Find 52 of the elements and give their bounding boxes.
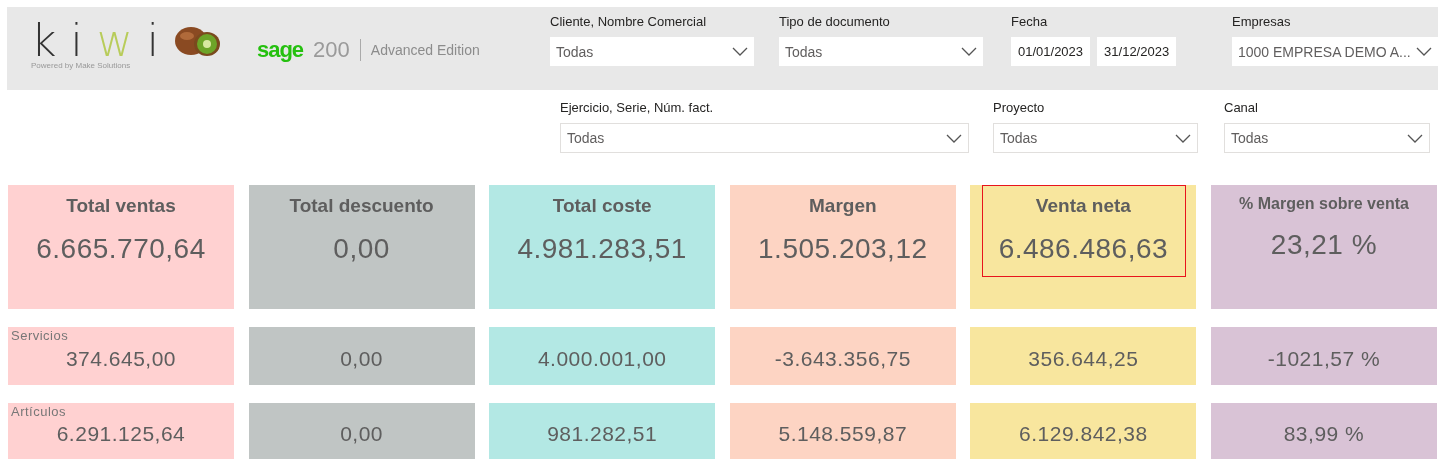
dropdown[interactable]: Todas [560,123,969,153]
dropdown[interactable]: Todas [993,123,1198,153]
kpi-value: 6.291.125,64 [56,422,186,446]
brand-logo-text: sage [256,37,304,63]
version-text: 200 [313,37,350,63]
filter-label: Canal [1224,100,1259,115]
row-label: Artículos [11,404,67,419]
kpi-title: Margen [809,195,877,217]
kpi-value: 0,00 [333,233,390,265]
chevron-down-icon [961,47,977,56]
kpi-value: 0,00 [340,422,384,446]
kpi-value: 374.645,00 [65,347,177,371]
kpi-title: Venta neta [1035,195,1131,217]
chevron-down-icon [946,133,962,143]
filter-label: Fecha [1011,14,1049,29]
logo-tagline: Powered by Make Solutions [31,61,132,70]
kpi-value: 6.486.486,63 [998,233,1169,265]
dropdown[interactable]: Todas [1224,123,1430,153]
kpi-title: Total coste [552,195,652,217]
row-label: Servicios [11,328,69,343]
kpi-value: 0,00 [340,347,384,371]
kpi-value: -3.643.356,75 [774,347,911,371]
kpi-value: 1.505.203,12 [758,233,928,265]
dropdown[interactable]: Todas [550,37,754,66]
edition-text: Advanced Edition [370,42,480,58]
date-field[interactable]: 01/01/2023 [1011,37,1091,66]
kpi-value: 4.000.001,00 [537,347,667,371]
kpi-value: -1021,57 % [1267,347,1381,371]
filter-label: Empresas [1232,14,1292,29]
kpi-value: 981.282,51 [547,422,658,446]
kpi-value: 356.644,25 [1028,347,1139,371]
filter-label: Proyecto [993,100,1046,115]
kpi-value: 5.148.559,87 [778,422,908,446]
filter-label: Tipo de documento [779,14,891,29]
chevron-down-icon [1407,133,1423,143]
chevron-down-icon [1416,47,1432,56]
chevron-down-icon [732,47,748,56]
kpi-title: Total descuento [289,195,434,217]
kpi-title: Total ventas [66,195,176,217]
filter-label: Ejercicio, Serie, Núm. fact. [560,100,715,115]
chevron-down-icon [1175,133,1191,143]
kpi-value: 6.665.770,64 [36,233,206,265]
filter-label: Cliente, Nombre Comercial [550,14,708,29]
kpi-value: 23,21 % [1270,229,1378,261]
kpi-value: 6.129.842,38 [1019,422,1148,446]
date-field[interactable]: 31/12/2023 [1097,37,1177,66]
dropdown[interactable]: 1000 EMPRESA DEMO A... [1232,37,1438,66]
kpi-value: 4.981.283,51 [517,233,687,265]
kpi-value: 83,99 % [1283,422,1365,446]
dropdown[interactable]: Todas [779,37,983,66]
kiwi-fruit-icon [172,25,223,59]
kpi-title: % Margen sobre venta [1239,195,1409,213]
